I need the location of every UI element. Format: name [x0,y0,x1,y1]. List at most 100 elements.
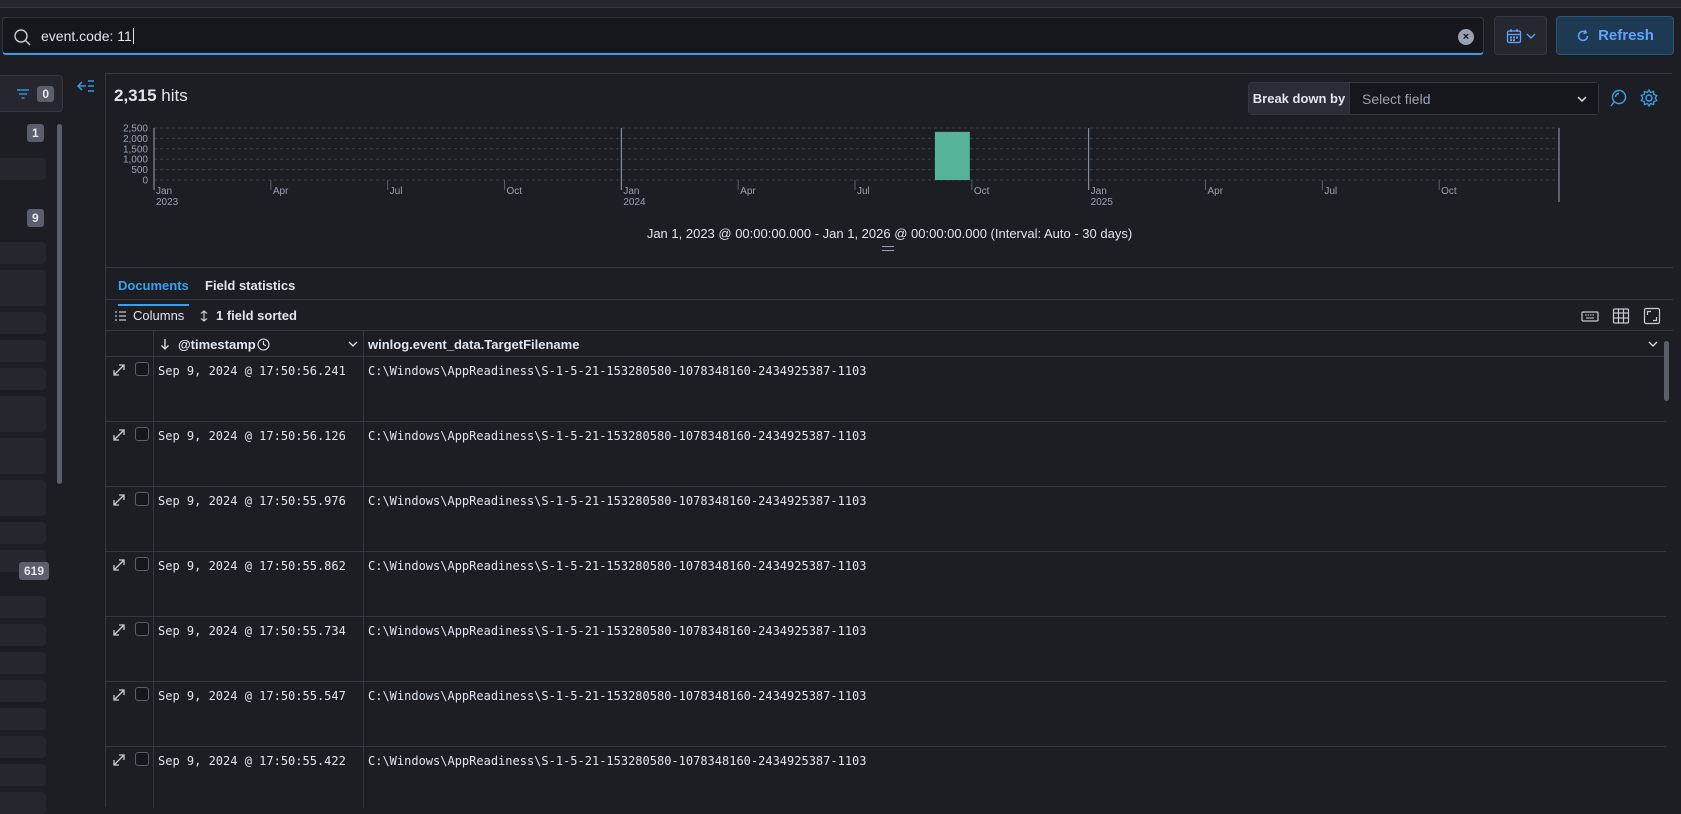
chevron-down-icon[interactable] [1648,340,1658,348]
hits-count: 2,315 hits [114,86,188,106]
fullscreen-icon[interactable] [1643,307,1661,325]
sidebar-count-badge: 9 [27,209,44,227]
grid-scrollbar[interactable] [1664,341,1669,401]
column-header-timestamp[interactable]: @timestamp [178,337,256,352]
y-tick-label: 500 [131,165,148,176]
sorted-label: 1 field sorted [216,308,297,323]
y-tick-label: 1,000 [123,155,148,166]
sidebar-count-badge: 1 [27,124,44,142]
expand-row-icon[interactable] [112,688,126,702]
y-tick-label: 2,500 [123,124,148,135]
sidebar-field-item[interactable] [0,480,46,516]
sidebar-scrollbar[interactable] [57,124,62,484]
expand-row-icon[interactable] [112,623,126,637]
row-checkbox[interactable] [135,687,149,701]
x-tick-label: Jan [156,186,172,197]
table-row[interactable]: Sep 9, 2024 @ 17:50:56.126 C:\Windows\App… [106,422,1666,487]
x-tick-label: Jul [857,186,870,197]
x-tick-label: Oct [507,186,523,197]
columns-button[interactable]: Columns [115,308,184,323]
calendar-icon [1506,28,1521,43]
sidebar-field-item[interactable] [0,438,46,474]
x-tick-label: Apr [1208,186,1224,197]
expand-row-icon[interactable] [112,753,126,767]
sidebar-field-item[interactable] [0,652,46,674]
filter-count: 0 [37,85,54,102]
x-tick-year-label: 2024 [623,197,646,208]
keyboard-icon[interactable] [1581,307,1599,325]
row-checkbox[interactable] [135,427,149,441]
sort-icon [200,309,208,322]
sidebar-field-item[interactable] [0,792,46,814]
sidebar-field-item[interactable] [0,312,46,334]
row-checkbox[interactable] [135,752,149,766]
expand-row-icon[interactable] [112,493,126,507]
sidebar-field-item[interactable] [0,736,46,758]
histogram-bar [934,131,970,180]
sidebar-field-item[interactable] [0,158,46,180]
sidebar-field-item[interactable] [0,708,46,730]
refresh-button[interactable]: Refresh [1556,16,1674,55]
sidebar-field-item[interactable] [0,522,46,544]
clear-search-icon[interactable]: × [1458,29,1474,45]
sidebar-field-item[interactable] [0,680,46,702]
sort-descending-icon[interactable] [160,338,170,350]
table-density-icon[interactable] [1612,307,1630,325]
field-filter-button[interactable]: 0 [0,75,63,112]
table-row[interactable]: Sep 9, 2024 @ 17:50:55.547 C:\Windows\App… [106,682,1666,747]
y-tick-label: 2,000 [123,134,148,145]
x-tick-label: Oct [1441,186,1457,197]
expand-row-icon[interactable] [112,363,126,377]
search-input[interactable]: event.code: 11 [41,28,134,44]
row-checkbox[interactable] [135,557,149,571]
sort-button[interactable]: 1 field sorted [199,308,297,323]
histogram-chart: 2,5002,0001,5001,0005000Jan2023Apr Jul Oct… [123,124,1560,208]
sidebar-field-item[interactable] [0,764,46,786]
table-row[interactable]: Sep 9, 2024 @ 17:50:55.862 C:\Windows\App… [106,552,1666,617]
row-checkbox[interactable] [135,362,149,376]
sidebar-field-item[interactable] [0,596,46,618]
row-timestamp: Sep 9, 2024 @ 17:50:55.734 [158,624,346,638]
chevron-down-icon [1577,95,1587,102]
sidebar-field-item[interactable] [0,242,46,264]
date-picker-button[interactable] [1494,16,1547,55]
sidebar-field-item[interactable] [0,368,46,390]
main-panel: 2,315 hits Break down by Select field 2,… [105,73,1673,808]
breakdown-placeholder: Select field [1362,90,1431,107]
search-icon [14,29,31,46]
refresh-icon [1577,29,1589,41]
expand-row-icon[interactable] [112,558,126,572]
table-row[interactable]: Sep 9, 2024 @ 17:50:55.422 C:\Windows\App… [106,747,1666,808]
sidebar-field-item[interactable] [0,396,46,432]
sidebar-field-item[interactable] [0,624,46,646]
column-header-filename[interactable]: winlog.event_data.TargetFilename [368,337,579,352]
filter-icon [17,88,30,99]
y-tick-label: 1,500 [123,144,148,155]
table-row[interactable]: Sep 9, 2024 @ 17:50:55.734 C:\Windows\App… [106,617,1666,682]
grid-header: @timestamp winlog.event_data.TargetFilen… [106,331,1666,357]
search-bar[interactable]: event.code: 11 × [2,17,1484,55]
resize-handle[interactable] [882,246,894,251]
chevron-down-icon[interactable] [348,340,358,348]
collapse-sidebar-icon[interactable] [76,77,96,95]
breakdown-select[interactable]: Select field [1350,83,1598,114]
chevron-down-icon [1526,33,1535,39]
row-checkbox[interactable] [135,622,149,636]
sidebar-field-item[interactable] [0,340,46,362]
inspect-icon[interactable] [1609,88,1629,108]
expand-row-icon[interactable] [112,428,126,442]
row-checkbox[interactable] [135,492,149,506]
sidebar-field-item[interactable] [0,270,46,306]
table-row[interactable]: Sep 9, 2024 @ 17:50:56.241 C:\Windows\App… [106,357,1666,422]
x-tick-label: Jul [1324,186,1337,197]
hits-number: 2,315 [114,86,157,105]
breakdown-label: Break down by [1249,83,1350,114]
row-timestamp: Sep 9, 2024 @ 17:50:55.862 [158,559,346,573]
row-target-filename: C:\Windows\AppReadiness\S-1-5-21-1532805… [368,429,867,443]
row-target-filename: C:\Windows\AppReadiness\S-1-5-21-1532805… [368,494,867,508]
columns-label: Columns [133,308,185,323]
row-target-filename: C:\Windows\AppReadiness\S-1-5-21-1532805… [368,364,867,378]
table-row[interactable]: Sep 9, 2024 @ 17:50:55.976 C:\Windows\App… [106,487,1666,552]
gear-icon[interactable] [1639,88,1659,108]
hits-label: hits [161,86,188,105]
